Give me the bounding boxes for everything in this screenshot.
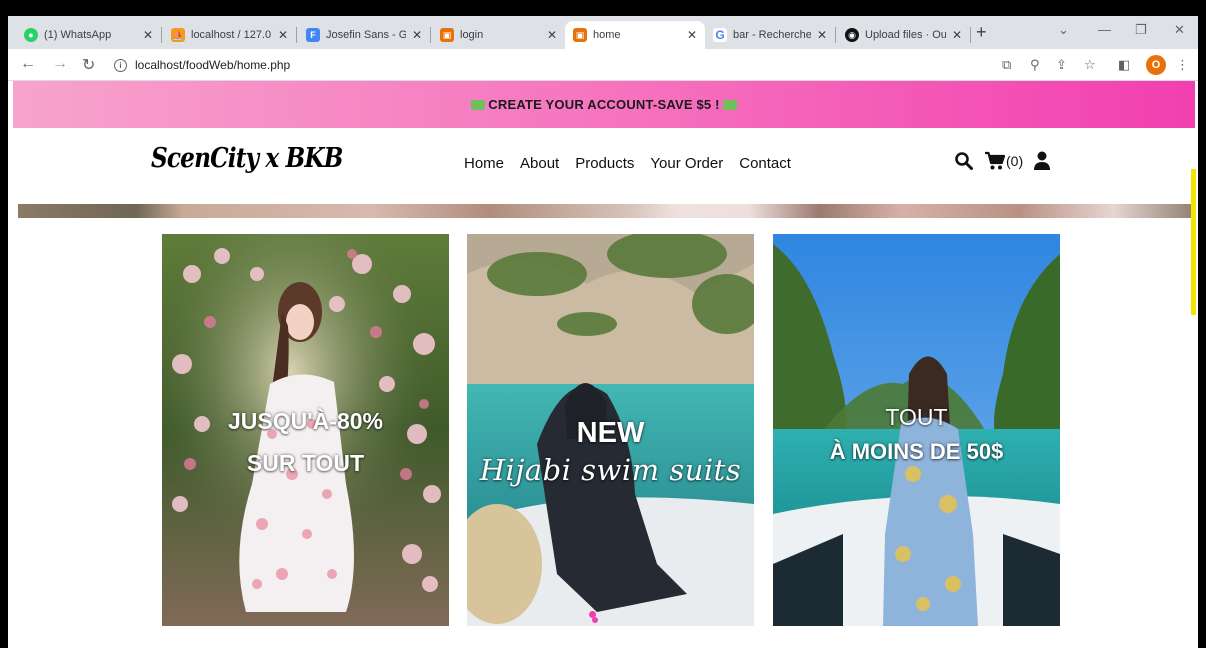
forward-icon[interactable]: → xyxy=(52,55,68,73)
nav-home[interactable]: Home xyxy=(464,155,504,172)
share-icon[interactable]: ⇪ xyxy=(1056,57,1067,73)
promo-card-new[interactable]: NEW Hijabi swim suits xyxy=(467,234,754,626)
card-headline: TOUT xyxy=(885,404,948,430)
minimize-icon[interactable]: — xyxy=(1098,22,1111,37)
whatsapp-icon: ● xyxy=(24,28,38,42)
carousel-dot[interactable] xyxy=(589,611,596,618)
user-icon[interactable] xyxy=(1033,151,1051,171)
tab-github[interactable]: ◉ Upload files · Ou ✕ xyxy=(837,21,970,49)
nav-about[interactable]: About xyxy=(520,155,559,172)
phpmyadmin-icon: ⛵ xyxy=(171,28,185,42)
side-panel-icon[interactable]: ◧ xyxy=(1118,57,1130,73)
tab-google-search[interactable]: G bar - Recherche ✕ xyxy=(705,21,835,49)
promo-text: CREATE YOUR ACCOUNT-SAVE $5 ! xyxy=(488,97,720,112)
tab-login[interactable]: ▣ login ✕ xyxy=(432,21,565,49)
tab-strip: ● (1) WhatsApp ✕ ⛵ localhost / 127.0. ✕ … xyxy=(8,16,1198,49)
site-header: ScenCity x BKB Home About Products Your … xyxy=(8,128,1198,204)
bookmark-star-icon[interactable]: ☆ xyxy=(1084,57,1096,73)
promo-card-under-50[interactable]: TOUT À MOINS DE 50$ xyxy=(773,234,1060,626)
card-headline: JUSQU'À-80% xyxy=(227,408,383,434)
cart-count: (0) xyxy=(1006,153,1024,169)
restore-icon[interactable]: ❐ xyxy=(1135,22,1147,38)
close-tab-icon[interactable]: ✕ xyxy=(952,28,962,42)
close-tab-icon[interactable]: ✕ xyxy=(143,28,153,42)
main-nav: Home About Products Your Order Contact xyxy=(464,155,791,172)
translate-icon[interactable]: ⧉ xyxy=(1002,57,1011,73)
header-actions: (0) xyxy=(954,151,1051,171)
github-icon: ◉ xyxy=(845,28,859,42)
google-icon: G xyxy=(713,28,727,42)
tab-home[interactable]: ▣ home ✕ xyxy=(565,21,705,49)
search-icon[interactable] xyxy=(954,151,974,171)
promo-cards: JUSQU'À-80% SUR TOUT NEW Hijabi swim sui… xyxy=(8,234,1198,628)
site-info-icon[interactable]: i xyxy=(114,58,127,72)
back-icon[interactable]: ← xyxy=(20,55,36,73)
cart-icon xyxy=(985,151,1006,170)
nav-your-order[interactable]: Your Order xyxy=(650,155,723,172)
address-bar: ← → ↻ i localhost/foodWeb/home.php ⧉ ⚲ ⇪… xyxy=(8,49,1198,81)
close-tab-icon[interactable]: ✕ xyxy=(412,28,422,42)
browser-window: ● (1) WhatsApp ✕ ⛵ localhost / 127.0. ✕ … xyxy=(8,16,1198,648)
url-text: localhost/foodWeb/home.php xyxy=(135,58,291,72)
tab-whatsapp[interactable]: ● (1) WhatsApp ✕ xyxy=(16,21,161,49)
promo-card-sale[interactable]: JUSQU'À-80% SUR TOUT xyxy=(162,234,449,626)
profile-avatar[interactable]: O xyxy=(1146,55,1166,75)
site-logo[interactable]: ScenCity x BKB xyxy=(151,143,343,174)
nav-contact[interactable]: Contact xyxy=(739,155,791,172)
close-tab-icon[interactable]: ✕ xyxy=(278,28,288,42)
promo-banner[interactable]: CREATE YOUR ACCOUNT-SAVE $5 ! xyxy=(13,81,1195,128)
money-icon xyxy=(722,99,737,110)
card-subline: À MOINS DE 50$ xyxy=(829,439,1004,464)
cart-button[interactable]: (0) xyxy=(984,151,1023,171)
close-window-icon[interactable]: ✕ xyxy=(1174,22,1185,38)
hero-image-strip xyxy=(18,204,1196,218)
card-subline: Hijabi swim suits xyxy=(479,453,742,487)
tab-phpmyadmin[interactable]: ⛵ localhost / 127.0. ✕ xyxy=(163,21,296,49)
page-icon: ▣ xyxy=(440,28,454,42)
close-tab-icon[interactable]: ✕ xyxy=(817,28,827,42)
page-icon: ▣ xyxy=(573,28,587,42)
web-page: CREATE YOUR ACCOUNT-SAVE $5 ! ScenCity x… xyxy=(8,81,1198,648)
close-tab-icon[interactable]: ✕ xyxy=(687,28,697,42)
tab-josefin-sans[interactable]: F Josefin Sans - Go ✕ xyxy=(298,21,430,49)
close-tab-icon[interactable]: ✕ xyxy=(547,28,557,42)
google-fonts-icon: F xyxy=(306,28,320,42)
new-tab-icon[interactable]: + xyxy=(976,22,987,43)
nav-products[interactable]: Products xyxy=(575,155,634,172)
reload-icon[interactable]: ↻ xyxy=(82,55,95,75)
card-subline: SUR TOUT xyxy=(246,450,365,476)
menu-kebab-icon[interactable]: ⋮ xyxy=(1176,57,1189,73)
money-icon xyxy=(471,99,486,110)
tab-search-icon[interactable]: ⌄ xyxy=(1058,22,1069,38)
url-field[interactable]: i localhost/foodWeb/home.php xyxy=(114,54,974,76)
zoom-icon[interactable]: ⚲ xyxy=(1030,57,1040,73)
card-headline: NEW xyxy=(576,417,645,449)
